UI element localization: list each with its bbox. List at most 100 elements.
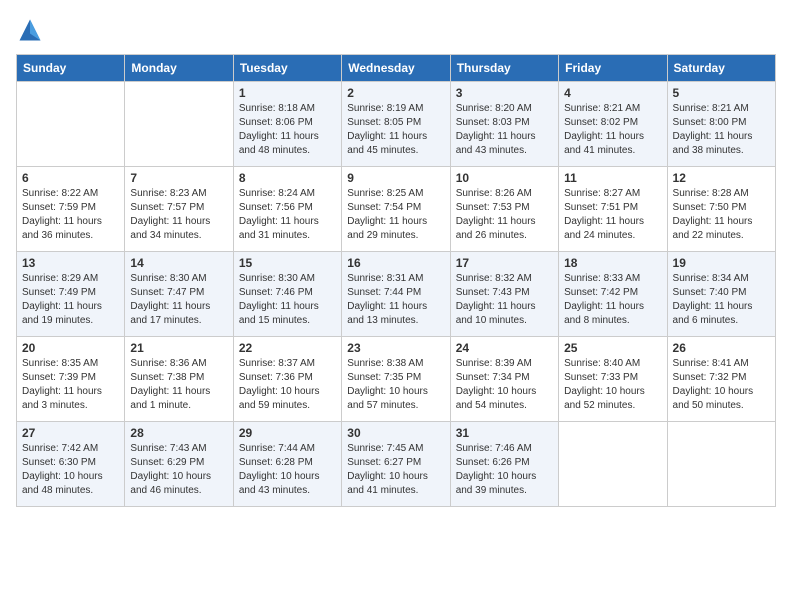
day-info: Sunrise: 8:35 AM Sunset: 7:39 PM Dayligh…	[22, 357, 119, 413]
calendar-cell: 30Sunrise: 7:45 AM Sunset: 6:27 PM Dayli…	[342, 422, 450, 507]
calendar-week-4: 20 Sunrise: 8:35 AM Sunset: 7:39 PM Dayli…	[17, 337, 776, 422]
day-info: Sunrise: 8:29 AM Sunset: 7:49 PM Dayligh…	[22, 272, 119, 328]
day-info: Sunrise: 8:32 AM Sunset: 7:43 PM Dayligh…	[456, 272, 553, 328]
header-thursday: Thursday	[450, 55, 558, 82]
calendar-cell: 31 Sunrise: 7:46 AM Sunset: 6:26 PM Dayli…	[450, 422, 558, 507]
day-info: Sunrise: 7:45 AM Sunset: 6:27 PM Dayligh…	[347, 442, 444, 498]
page-header	[16, 16, 776, 44]
calendar-cell: 20 Sunrise: 8:35 AM Sunset: 7:39 PM Dayli…	[17, 337, 125, 422]
calendar-cell: 15Sunrise: 8:30 AM Sunset: 7:46 PM Dayli…	[233, 252, 341, 337]
day-number: 28	[130, 426, 227, 440]
calendar-header-row: SundayMondayTuesdayWednesdayThursdayFrid…	[17, 55, 776, 82]
header-tuesday: Tuesday	[233, 55, 341, 82]
calendar-cell: 2 Sunrise: 8:19 AM Sunset: 8:05 PM Daylig…	[342, 82, 450, 167]
calendar-cell: 5 Sunrise: 8:21 AM Sunset: 8:00 PM Daylig…	[667, 82, 775, 167]
day-info: Sunrise: 8:18 AM Sunset: 8:06 PM Dayligh…	[239, 102, 336, 158]
day-info: Sunrise: 8:41 AM Sunset: 7:32 PM Dayligh…	[673, 357, 770, 413]
logo-icon	[16, 16, 44, 44]
calendar-cell: 12 Sunrise: 8:28 AM Sunset: 7:50 PM Dayli…	[667, 167, 775, 252]
calendar-cell: 17 Sunrise: 8:32 AM Sunset: 7:43 PM Dayli…	[450, 252, 558, 337]
calendar-cell: 10Sunrise: 8:26 AM Sunset: 7:53 PM Dayli…	[450, 167, 558, 252]
header-monday: Monday	[125, 55, 233, 82]
day-number: 19	[673, 256, 770, 270]
calendar-cell: 16Sunrise: 8:31 AM Sunset: 7:44 PM Dayli…	[342, 252, 450, 337]
day-number: 3	[456, 86, 553, 100]
day-number: 17	[456, 256, 553, 270]
day-info: Sunrise: 8:31 AM Sunset: 7:44 PM Dayligh…	[347, 272, 444, 328]
day-number: 5	[673, 86, 770, 100]
day-info: Sunrise: 8:21 AM Sunset: 8:00 PM Dayligh…	[673, 102, 770, 158]
calendar-cell: 13 Sunrise: 8:29 AM Sunset: 7:49 PM Dayli…	[17, 252, 125, 337]
day-info: Sunrise: 8:23 AM Sunset: 7:57 PM Dayligh…	[130, 187, 227, 243]
day-number: 2	[347, 86, 444, 100]
day-number: 27	[22, 426, 119, 440]
day-number: 11	[564, 171, 661, 185]
day-number: 13	[22, 256, 119, 270]
calendar-cell: 21 Sunrise: 8:36 AM Sunset: 7:38 PM Dayli…	[125, 337, 233, 422]
header-wednesday: Wednesday	[342, 55, 450, 82]
header-friday: Friday	[559, 55, 667, 82]
day-info: Sunrise: 8:22 AM Sunset: 7:59 PM Dayligh…	[22, 187, 119, 243]
calendar-table: SundayMondayTuesdayWednesdayThursdayFrid…	[16, 54, 776, 507]
day-number: 20	[22, 341, 119, 355]
day-info: Sunrise: 8:20 AM Sunset: 8:03 PM Dayligh…	[456, 102, 553, 158]
calendar-cell: 6 Sunrise: 8:22 AM Sunset: 7:59 PM Daylig…	[17, 167, 125, 252]
day-info: Sunrise: 8:30 AM Sunset: 7:47 PM Dayligh…	[130, 272, 227, 328]
calendar-cell: 11 Sunrise: 8:27 AM Sunset: 7:51 PM Dayli…	[559, 167, 667, 252]
day-info: Sunrise: 8:30 AM Sunset: 7:46 PM Dayligh…	[239, 272, 336, 328]
day-number: 24	[456, 341, 553, 355]
calendar-cell: 24 Sunrise: 8:39 AM Sunset: 7:34 PM Dayli…	[450, 337, 558, 422]
header-saturday: Saturday	[667, 55, 775, 82]
header-sunday: Sunday	[17, 55, 125, 82]
day-number: 22	[239, 341, 336, 355]
calendar-cell: 29Sunrise: 7:44 AM Sunset: 6:28 PM Dayli…	[233, 422, 341, 507]
day-number: 26	[673, 341, 770, 355]
day-info: Sunrise: 8:24 AM Sunset: 7:56 PM Dayligh…	[239, 187, 336, 243]
day-number: 8	[239, 171, 336, 185]
day-info: Sunrise: 8:27 AM Sunset: 7:51 PM Dayligh…	[564, 187, 661, 243]
calendar-cell: 4 Sunrise: 8:21 AM Sunset: 8:02 PM Daylig…	[559, 82, 667, 167]
day-info: Sunrise: 7:46 AM Sunset: 6:26 PM Dayligh…	[456, 442, 553, 498]
day-number: 31	[456, 426, 553, 440]
calendar-cell: 28 Sunrise: 7:43 AM Sunset: 6:29 PM Dayli…	[125, 422, 233, 507]
day-number: 14	[130, 256, 227, 270]
day-number: 4	[564, 86, 661, 100]
day-info: Sunrise: 8:21 AM Sunset: 8:02 PM Dayligh…	[564, 102, 661, 158]
calendar-cell	[125, 82, 233, 167]
calendar-cell: 25 Sunrise: 8:40 AM Sunset: 7:33 PM Dayli…	[559, 337, 667, 422]
day-info: Sunrise: 8:38 AM Sunset: 7:35 PM Dayligh…	[347, 357, 444, 413]
calendar-cell: 1 Sunrise: 8:18 AM Sunset: 8:06 PM Daylig…	[233, 82, 341, 167]
day-number: 25	[564, 341, 661, 355]
day-info: Sunrise: 8:19 AM Sunset: 8:05 PM Dayligh…	[347, 102, 444, 158]
calendar-cell: 7Sunrise: 8:23 AM Sunset: 7:57 PM Daylig…	[125, 167, 233, 252]
day-info: Sunrise: 7:43 AM Sunset: 6:29 PM Dayligh…	[130, 442, 227, 498]
calendar-cell	[667, 422, 775, 507]
day-number: 10	[456, 171, 553, 185]
day-info: Sunrise: 7:42 AM Sunset: 6:30 PM Dayligh…	[22, 442, 119, 498]
calendar-cell: 27 Sunrise: 7:42 AM Sunset: 6:30 PM Dayli…	[17, 422, 125, 507]
day-number: 23	[347, 341, 444, 355]
day-info: Sunrise: 8:39 AM Sunset: 7:34 PM Dayligh…	[456, 357, 553, 413]
day-info: Sunrise: 8:40 AM Sunset: 7:33 PM Dayligh…	[564, 357, 661, 413]
day-number: 9	[347, 171, 444, 185]
calendar-cell: 26 Sunrise: 8:41 AM Sunset: 7:32 PM Dayli…	[667, 337, 775, 422]
calendar-cell: 18Sunrise: 8:33 AM Sunset: 7:42 PM Dayli…	[559, 252, 667, 337]
day-info: Sunrise: 8:33 AM Sunset: 7:42 PM Dayligh…	[564, 272, 661, 328]
logo	[16, 16, 48, 44]
calendar-cell: 14 Sunrise: 8:30 AM Sunset: 7:47 PM Dayli…	[125, 252, 233, 337]
day-number: 21	[130, 341, 227, 355]
day-info: Sunrise: 8:25 AM Sunset: 7:54 PM Dayligh…	[347, 187, 444, 243]
day-info: Sunrise: 8:34 AM Sunset: 7:40 PM Dayligh…	[673, 272, 770, 328]
day-info: Sunrise: 8:36 AM Sunset: 7:38 PM Dayligh…	[130, 357, 227, 413]
day-number: 1	[239, 86, 336, 100]
calendar-week-5: 27 Sunrise: 7:42 AM Sunset: 6:30 PM Dayli…	[17, 422, 776, 507]
calendar-cell	[17, 82, 125, 167]
day-info: Sunrise: 8:28 AM Sunset: 7:50 PM Dayligh…	[673, 187, 770, 243]
day-info: Sunrise: 7:44 AM Sunset: 6:28 PM Dayligh…	[239, 442, 336, 498]
calendar-cell: 9 Sunrise: 8:25 AM Sunset: 7:54 PM Daylig…	[342, 167, 450, 252]
day-number: 12	[673, 171, 770, 185]
calendar-cell: 3 Sunrise: 8:20 AM Sunset: 8:03 PM Daylig…	[450, 82, 558, 167]
day-number: 6	[22, 171, 119, 185]
calendar-cell: 8 Sunrise: 8:24 AM Sunset: 7:56 PM Daylig…	[233, 167, 341, 252]
calendar-cell	[559, 422, 667, 507]
